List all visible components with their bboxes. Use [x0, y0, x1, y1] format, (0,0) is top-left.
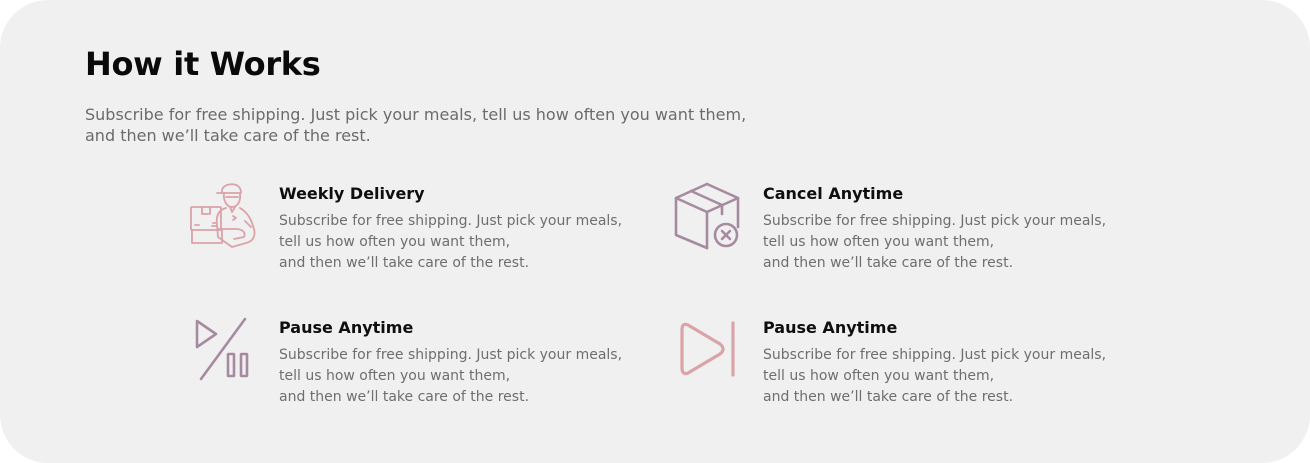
feature-description-line: and then we’ll take care of the rest. [279, 389, 530, 405]
feature-description-line: tell us how often you want them, [279, 234, 511, 250]
feature-title: Pause Anytime [763, 318, 898, 337]
feature-description-line: Subscribe for free shipping. Just pick y… [763, 213, 1107, 229]
feature-description-line: tell us how often you want them, [279, 368, 511, 384]
feature-description-line: and then we’ll take care of the rest. [763, 389, 1014, 405]
feature-description-line: tell us how often you want them, [763, 368, 995, 384]
feature-title: Cancel Anytime [763, 184, 904, 203]
feature-weekly-delivery: Weekly Delivery Subscribe for free shipp… [279, 182, 719, 282]
feature-description-line: Subscribe for free shipping. Just pick y… [279, 347, 623, 363]
section-intro-line: and then we’ll take care of the rest. [85, 126, 371, 145]
feature-description-line: Subscribe for free shipping. Just pick y… [763, 347, 1107, 363]
feature-cancel-anytime: Cancel Anytime Subscribe for free shippi… [763, 182, 1203, 282]
feature-description-line: tell us how often you want them, [763, 234, 995, 250]
feature-title: Pause Anytime [279, 318, 414, 337]
feature-description-line: and then we’ll take care of the rest. [763, 255, 1014, 271]
section-title: How it Works [85, 45, 321, 83]
feature-description: Subscribe for free shipping. Just pick y… [279, 345, 622, 408]
feature-description: Subscribe for free shipping. Just pick y… [279, 211, 622, 274]
section-intro-line: Subscribe for free shipping. Just pick y… [85, 105, 747, 124]
play-pause-icon [195, 317, 249, 381]
feature-skip-anytime: Pause Anytime Subscribe for free shippin… [763, 316, 1203, 416]
how-it-works-card: How it Works Subscribe for free shipping… [0, 0, 1310, 463]
feature-description-line: and then we’ll take care of the rest. [279, 255, 530, 271]
feature-description-line: Subscribe for free shipping. Just pick y… [279, 213, 623, 229]
feature-description: Subscribe for free shipping. Just pick y… [763, 345, 1106, 408]
feature-title: Weekly Delivery [279, 184, 425, 203]
section-intro: Subscribe for free shipping. Just pick y… [85, 104, 765, 146]
feature-description: Subscribe for free shipping. Just pick y… [763, 211, 1106, 274]
delivery-person-icon [190, 183, 256, 248]
feature-pause-anytime: Pause Anytime Subscribe for free shippin… [279, 316, 719, 416]
